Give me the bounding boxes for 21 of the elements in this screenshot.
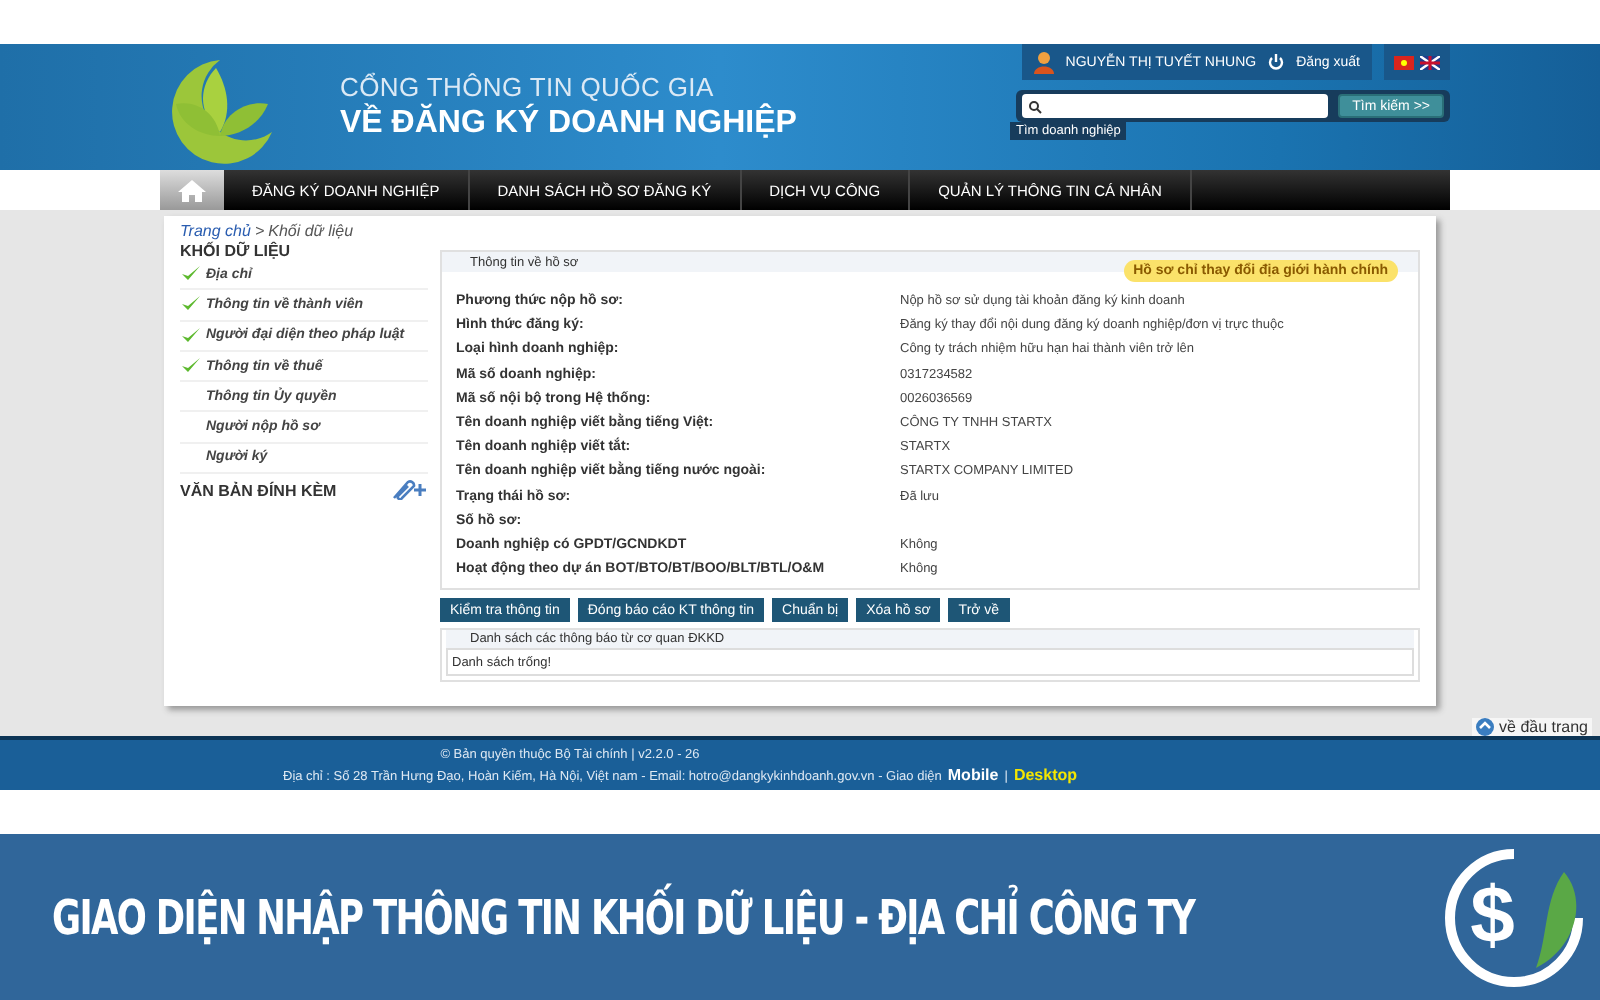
breadcrumb-link[interactable]: Trang chủ xyxy=(180,222,251,240)
attach-add-icon[interactable] xyxy=(388,478,428,501)
logo-ring-icon xyxy=(1444,847,1585,987)
desktop-link[interactable]: Desktop xyxy=(1013,765,1077,783)
power-icon[interactable] xyxy=(1268,54,1285,70)
user-icon xyxy=(1033,51,1054,73)
flag-icon[interactable] xyxy=(1394,55,1414,69)
breadcrumb-separator: > xyxy=(254,222,265,240)
search-icon xyxy=(1028,99,1043,113)
back-to-top-link[interactable]: về đầu trang xyxy=(1471,718,1592,736)
search-field[interactable] xyxy=(1022,94,1329,118)
flag-icon[interactable] xyxy=(1420,55,1440,69)
mobile-link[interactable]: Mobile xyxy=(947,765,999,783)
logo-symbol: $ xyxy=(1470,872,1515,962)
attachments-title: VĂN BẢN ĐÍNH KÈM xyxy=(180,481,337,500)
portal-title: VỀ ĐĂNG KÝ DOANH NGHIỆP xyxy=(340,106,797,142)
portal-subtitle: CỔNG THÔNG TIN QUỐC GIA xyxy=(340,72,716,102)
home-icon xyxy=(178,179,206,201)
sidebar-title: KHỐI DỮ LIỆU xyxy=(180,242,293,260)
home-button[interactable] xyxy=(160,170,224,210)
breadcrumb-current: Khối dữ liệu xyxy=(268,222,354,240)
